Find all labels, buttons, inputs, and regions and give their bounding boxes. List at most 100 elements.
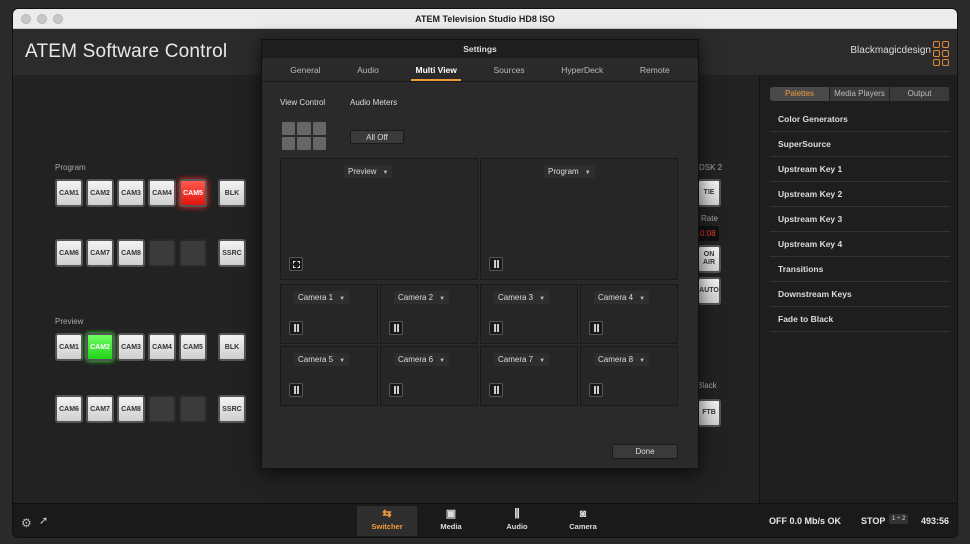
nav-switcher-button[interactable]: ⇆ Switcher (357, 506, 417, 536)
audio-icon: ⫼ (514, 508, 520, 520)
source-dropdown[interactable]: Camera 4 ▼ (594, 291, 650, 304)
source-dropdown[interactable]: Camera 3 ▼ (494, 291, 550, 304)
sidebar-tabs: Palettes Media Players Output (770, 87, 950, 101)
source-button-cam3[interactable]: CAM3 (117, 333, 145, 361)
multiview-layout-icon[interactable] (282, 122, 326, 150)
source-button-ssrc[interactable]: SSRC (218, 239, 246, 267)
dsk-tie-button[interactable]: TIE (697, 179, 721, 207)
settings-tabs: General Audio Multi View Sources HyperDeck Re… (262, 58, 698, 82)
palette-item-upstream-key-2[interactable]: Upstream Key 2 (770, 182, 950, 207)
audio-meter-toggle-icon[interactable] (589, 321, 603, 335)
source-dropdown-label: Camera 2 (398, 293, 434, 302)
settings-tab-general[interactable]: General (286, 58, 324, 81)
dsk-rate-value[interactable]: 0:08 (697, 226, 719, 241)
preview-row-1: CAM1 CAM2 CAM3 CAM4 CAM5 BLK (55, 333, 246, 361)
sidebar-tab-media-players[interactable]: Media Players (830, 87, 890, 101)
audio-meter-toggle-icon[interactable] (489, 383, 503, 397)
chevron-down-icon: ▼ (339, 296, 346, 302)
palette-item-color-generators[interactable]: Color Generators (770, 107, 950, 132)
audio-meter-toggle-icon[interactable] (289, 383, 303, 397)
source-button-cam2[interactable]: CAM2 (86, 333, 114, 361)
source-button-cam4[interactable]: CAM4 (148, 333, 176, 361)
palette-item-downstream-keys[interactable]: Downstream Keys (770, 282, 950, 307)
brand-logo-text: Blackmagicdesign (850, 45, 931, 56)
nav-switcher-label: Switcher (371, 522, 403, 531)
source-button-empty[interactable] (148, 395, 176, 423)
app-window: ATEM Television Studio HD8 ISO ATEM Soft… (12, 8, 958, 538)
source-button-cam6[interactable]: CAM6 (55, 395, 83, 423)
source-dropdown[interactable]: Program ▼ (544, 165, 595, 178)
source-button-cam1[interactable]: CAM1 (55, 179, 83, 207)
source-button-empty[interactable] (148, 239, 176, 267)
chevron-down-icon: ▼ (639, 296, 646, 302)
safe-area-icon[interactable] (289, 257, 303, 271)
sidebar-tab-output[interactable]: Output (890, 87, 950, 101)
preview-row-2: CAM6 CAM7 CAM8 SSRC (55, 395, 246, 423)
audio-meter-toggle-icon[interactable] (389, 383, 403, 397)
source-button-cam4[interactable]: CAM4 (148, 179, 176, 207)
gear-icon[interactable]: ⚙ (21, 516, 32, 530)
source-button-ssrc[interactable]: SSRC (218, 395, 246, 423)
source-dropdown[interactable]: Preview ▼ (344, 165, 393, 178)
audio-meter-toggle-icon[interactable] (589, 383, 603, 397)
program-label: Program (55, 163, 86, 172)
source-dropdown[interactable]: Camera 2 ▼ (394, 291, 450, 304)
settings-dialog: Settings General Audio Multi View Sources Hy… (261, 39, 699, 469)
source-button-cam3[interactable]: CAM3 (117, 179, 145, 207)
palette-item-supersource[interactable]: SuperSource (770, 132, 950, 157)
multiview-window-camera-4: Camera 4 ▼ (580, 284, 678, 344)
source-dropdown-label: Camera 6 (398, 355, 434, 364)
source-button-cam1[interactable]: CAM1 (55, 333, 83, 361)
audio-meter-toggle-icon[interactable] (289, 321, 303, 335)
nav-media-button[interactable]: ▣ Media (421, 506, 481, 536)
source-button-cam2[interactable]: CAM2 (86, 179, 114, 207)
multiview-window-camera-3: Camera 3 ▼ (480, 284, 578, 344)
palette-item-fade-to-black[interactable]: Fade to Black (770, 307, 950, 332)
nav-audio-label: Audio (506, 522, 528, 531)
source-button-cam6[interactable]: CAM6 (55, 239, 83, 267)
sidebar-tab-palettes[interactable]: Palettes (770, 87, 830, 101)
settings-tab-audio[interactable]: Audio (353, 58, 383, 81)
source-button-cam5[interactable]: CAM5 (179, 333, 207, 361)
done-button[interactable]: Done (612, 444, 678, 459)
palette-item-transitions[interactable]: Transitions (770, 257, 950, 282)
source-dropdown[interactable]: Camera 6 ▼ (394, 353, 450, 366)
source-button-empty[interactable] (179, 395, 207, 423)
close-window-button[interactable] (21, 14, 31, 24)
settings-tab-hyperdeck[interactable]: HyperDeck (557, 58, 607, 81)
minimize-window-button[interactable] (37, 14, 47, 24)
nav-audio-button[interactable]: ⫼ Audio (487, 506, 547, 536)
palette-item-upstream-key-3[interactable]: Upstream Key 3 (770, 207, 950, 232)
record-status[interactable]: STOP (861, 516, 885, 526)
chevron-down-icon: ▼ (439, 296, 446, 302)
palette-item-upstream-key-1[interactable]: Upstream Key 1 (770, 157, 950, 182)
source-dropdown[interactable]: Camera 8 ▼ (594, 353, 650, 366)
source-dropdown[interactable]: Camera 7 ▼ (494, 353, 550, 366)
camera-icon: ◙ (579, 508, 587, 520)
settings-tab-multi-view[interactable]: Multi View (411, 58, 461, 81)
source-button-cam8[interactable]: CAM8 (117, 395, 145, 423)
source-dropdown[interactable]: Camera 5 ▼ (294, 353, 350, 366)
source-button-cam7[interactable]: CAM7 (86, 395, 114, 423)
source-button-cam8[interactable]: CAM8 (117, 239, 145, 267)
source-button-blk[interactable]: BLK (218, 179, 246, 207)
source-button-blk[interactable]: BLK (218, 333, 246, 361)
source-dropdown-label: Camera 8 (598, 355, 634, 364)
ftb-button[interactable]: FTB (697, 399, 721, 427)
settings-tab-sources[interactable]: Sources (489, 58, 528, 81)
dsk-on-air-button[interactable]: ON AIR (697, 245, 721, 273)
nav-camera-button[interactable]: ◙ Camera (553, 506, 613, 536)
audio-meters-all-off-button[interactable]: All Off (350, 130, 404, 144)
palette-item-upstream-key-4[interactable]: Upstream Key 4 (770, 232, 950, 257)
settings-tab-remote[interactable]: Remote (636, 58, 674, 81)
audio-meter-toggle-icon[interactable] (389, 321, 403, 335)
source-button-cam7[interactable]: CAM7 (86, 239, 114, 267)
source-button-cam5[interactable]: CAM5 (179, 179, 207, 207)
dsk-auto-button[interactable]: AUTO (697, 277, 721, 305)
audio-meter-toggle-icon[interactable] (489, 257, 503, 271)
audio-meter-toggle-icon[interactable] (489, 321, 503, 335)
zoom-window-button[interactable] (53, 14, 63, 24)
source-dropdown-label: Camera 4 (598, 293, 634, 302)
source-dropdown[interactable]: Camera 1 ▼ (294, 291, 350, 304)
source-button-empty[interactable] (179, 239, 207, 267)
